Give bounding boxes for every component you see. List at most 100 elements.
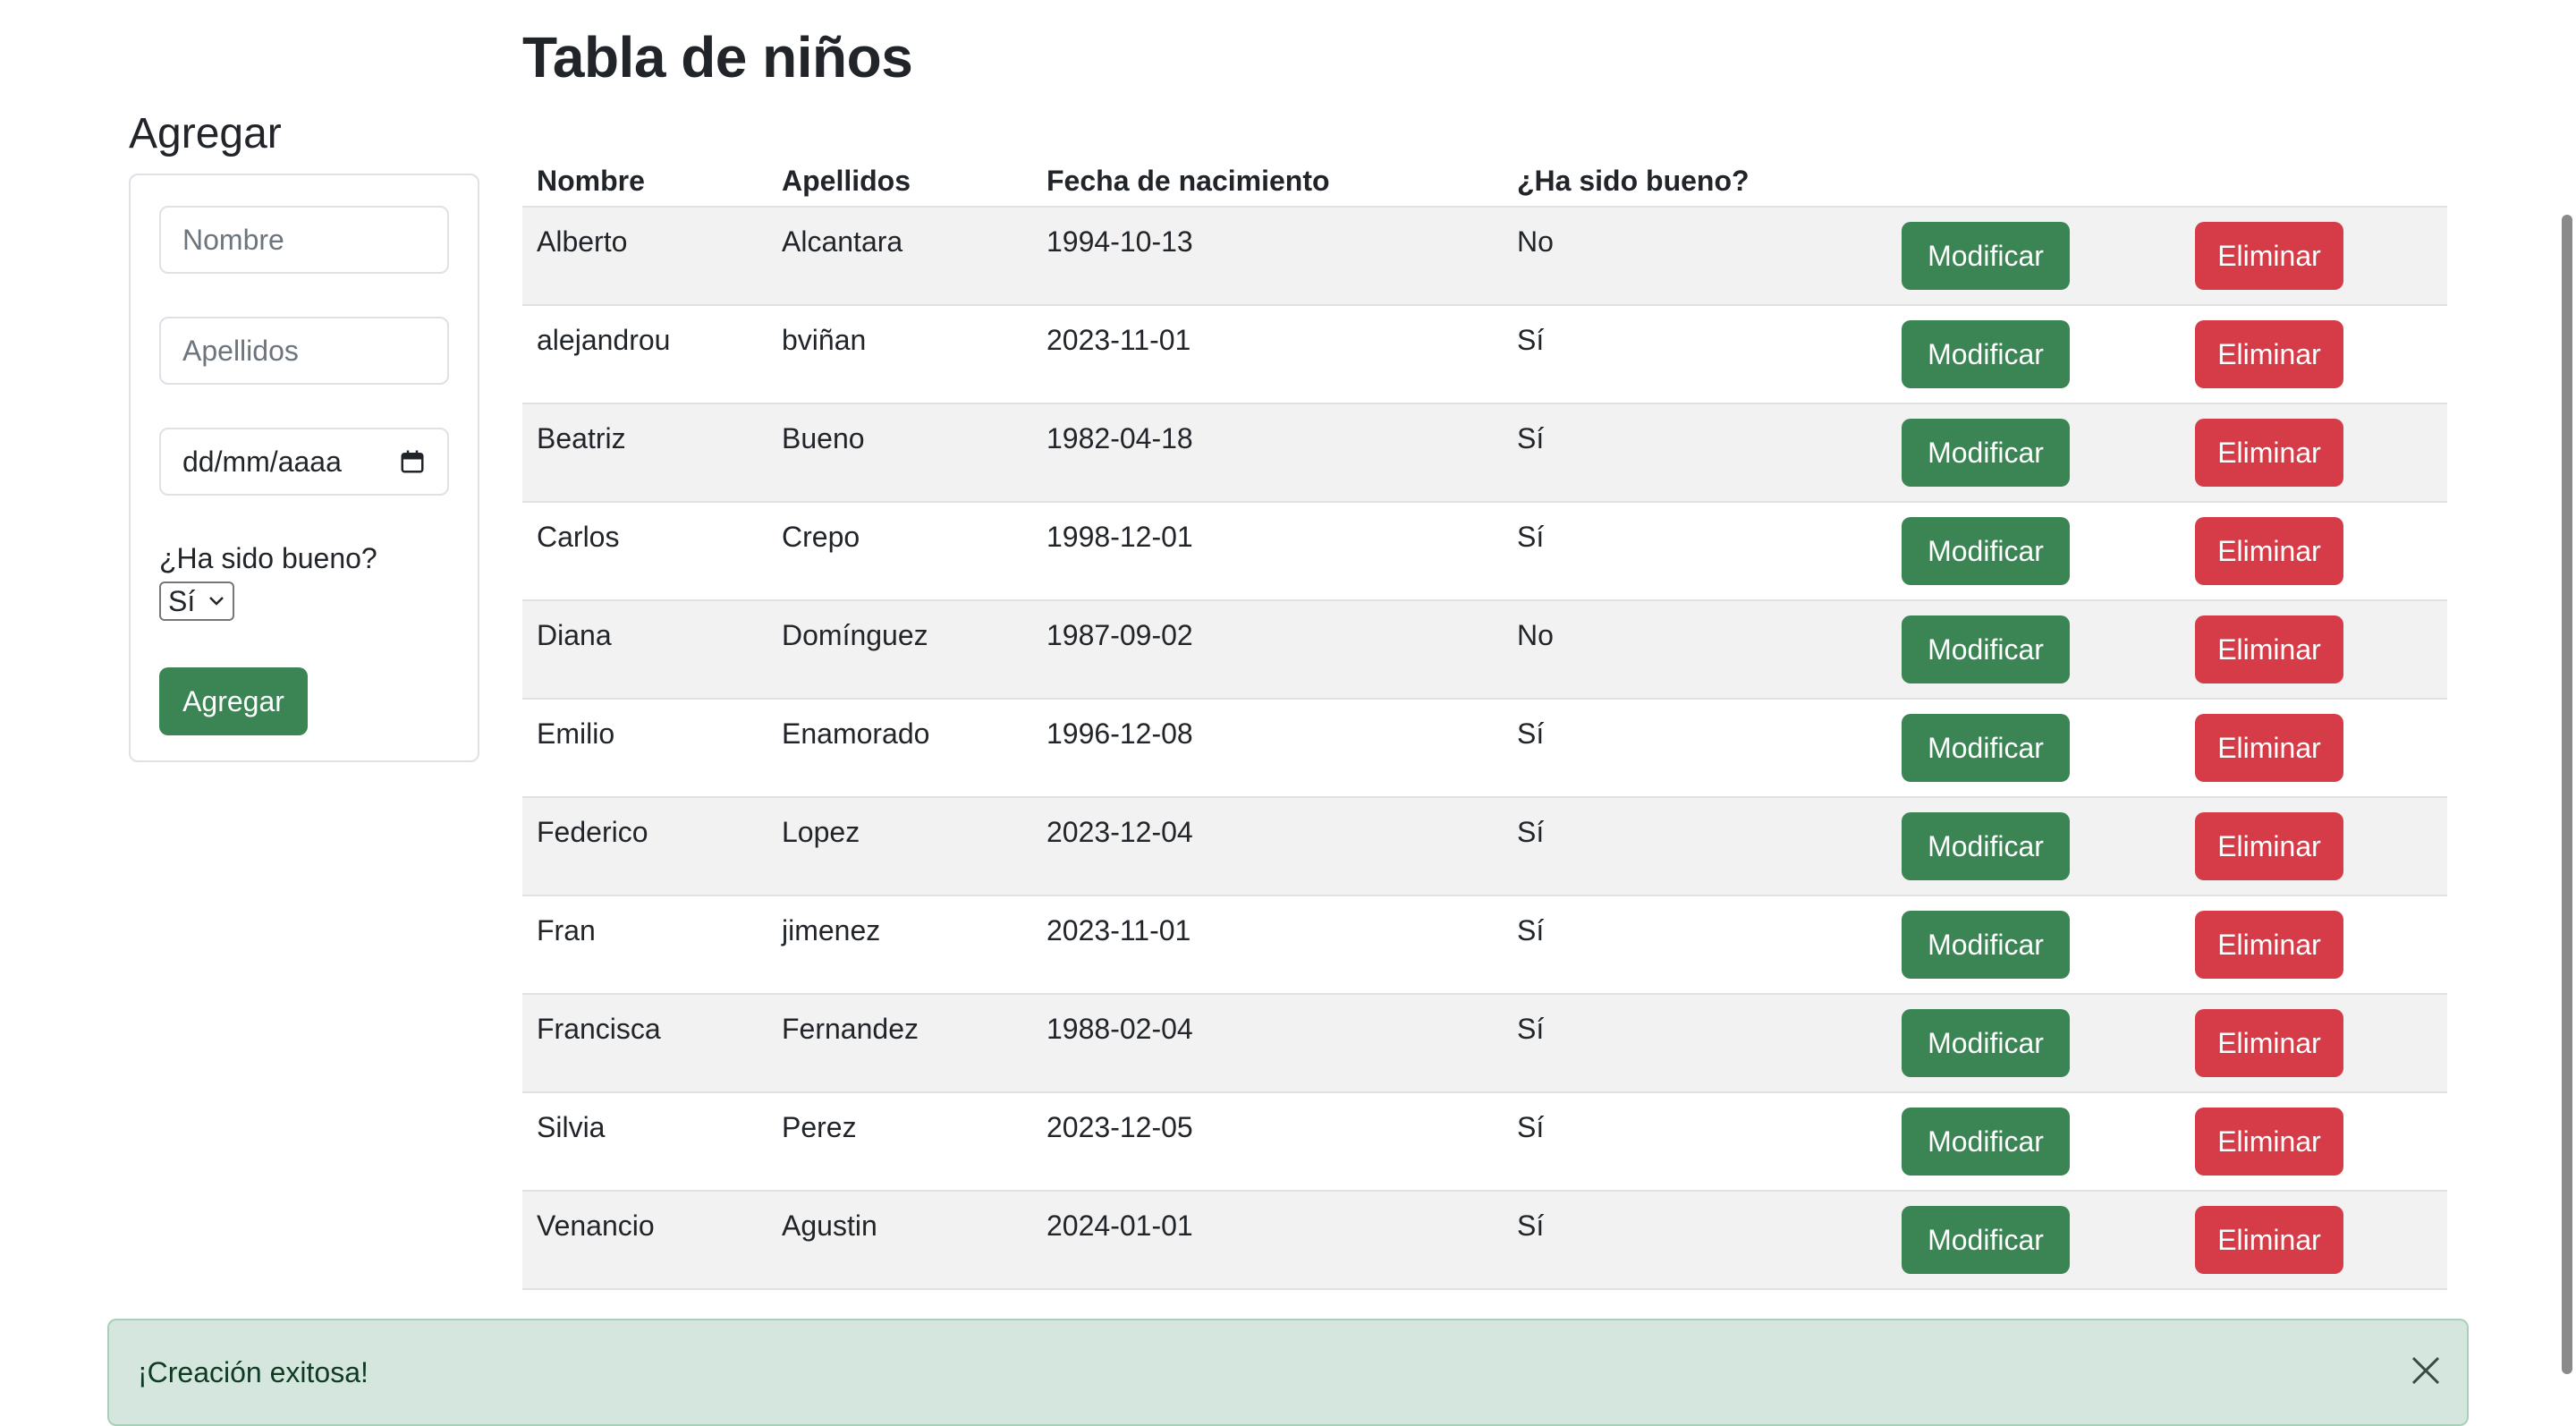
cell-bueno: Sí [1517,1210,1545,1242]
table-row: Alberto Alcantara 1994-10-13 No Modificar Eli… [522,208,2447,306]
modify-button[interactable]: Modificar [1902,517,2070,585]
cell-fecha: 1982-04-18 [1046,422,1193,454]
cell-nombre: Francisca [537,1013,661,1045]
table-row: Silvia Perez 2023-12-05 Sí Modificar Eliminar [522,1093,2447,1192]
calendar-icon[interactable] [399,448,426,475]
cell-apellidos: Perez [782,1111,857,1143]
cell-apellidos: Alcantara [782,225,903,258]
chevron-down-icon [209,597,224,606]
header-apellidos: Apellidos [782,165,911,197]
header-nombre: Nombre [537,165,645,197]
cell-fecha: 1998-12-01 [1046,521,1193,553]
modify-button[interactable]: Modificar [1902,419,2070,487]
birthdate-placeholder: dd/mm/aaaa [182,445,342,478]
modify-button[interactable]: Modificar [1902,911,2070,979]
cell-bueno: No [1517,225,1554,258]
apellidos-input[interactable] [159,317,449,385]
table-row: alejandrou bviñan 2023-11-01 Sí Modificar Eli… [522,306,2447,404]
delete-button[interactable]: Eliminar [2195,517,2343,585]
cell-fecha: 2023-11-01 [1046,914,1191,946]
table-row: Carlos Crepo 1998-12-01 Sí Modificar Eliminar [522,503,2447,601]
delete-button[interactable]: Eliminar [2195,419,2343,487]
cell-apellidos: Lopez [782,816,860,848]
table-header: Nombre Apellidos Fecha de nacimiento ¿Ha… [522,143,2447,208]
cell-apellidos: Fernandez [782,1013,919,1045]
cell-fecha: 1996-12-08 [1046,717,1193,750]
cell-fecha: 1987-09-02 [1046,619,1193,651]
table-row: Venancio Agustin 2024-01-01 Sí Modificar Elim… [522,1192,2447,1290]
good-label: ¿Ha sido bueno? [159,542,377,574]
cell-nombre: Venancio [537,1210,655,1242]
good-select[interactable]: Sí [159,581,234,621]
cell-nombre: Beatriz [537,422,626,454]
birthdate-input[interactable]: dd/mm/aaaa [159,428,449,496]
modify-button[interactable]: Modificar [1902,1108,2070,1176]
cell-apellidos: Domínguez [782,619,928,651]
cell-bueno: Sí [1517,1111,1545,1143]
cell-fecha: 2023-12-04 [1046,816,1193,848]
good-select-value: Sí [168,584,196,617]
cell-bueno: Sí [1517,521,1545,553]
cell-nombre: Diana [537,619,612,651]
cell-bueno: No [1517,619,1554,651]
cell-nombre: alejandrou [537,324,671,356]
delete-button[interactable]: Eliminar [2195,911,2343,979]
table-row: Emilio Enamorado 1996-12-08 Sí Modificar Elim… [522,700,2447,798]
add-form-card: dd/mm/aaaa ¿Ha sido bueno? Sí Agregar [129,174,479,762]
cell-nombre: Emilio [537,717,615,750]
cell-nombre: Fran [537,914,596,946]
cell-apellidos: bviñan [782,324,867,356]
delete-button[interactable]: Eliminar [2195,1108,2343,1176]
cell-nombre: Alberto [537,225,628,258]
cell-apellidos: Bueno [782,422,865,454]
modify-button[interactable]: Modificar [1902,222,2070,290]
cell-apellidos: jimenez [782,914,881,946]
delete-button[interactable]: Eliminar [2195,714,2343,782]
cell-nombre: Carlos [537,521,620,553]
modify-button[interactable]: Modificar [1902,812,2070,880]
cell-apellidos: Agustin [782,1210,877,1242]
add-form-title: Agregar [129,110,282,157]
cell-bueno: Sí [1517,914,1545,946]
table-body: Alberto Alcantara 1994-10-13 No Modificar Eli… [522,208,2447,1290]
delete-button[interactable]: Eliminar [2195,1206,2343,1274]
delete-button[interactable]: Eliminar [2195,1009,2343,1077]
cell-nombre: Federico [537,816,648,848]
success-alert: ¡Creación exitosa! [107,1319,2469,1426]
table-row: Francisca Fernandez 1988-02-04 Sí Modificar E… [522,995,2447,1093]
delete-button[interactable]: Eliminar [2195,222,2343,290]
scrollbar-thumb[interactable] [2562,215,2572,1374]
cell-fecha: 2023-12-05 [1046,1111,1193,1143]
header-fecha: Fecha de nacimiento [1046,165,1330,197]
cell-bueno: Sí [1517,816,1545,848]
table-row: Fran jimenez 2023-11-01 Sí Modificar Eliminar [522,896,2447,995]
children-table: Nombre Apellidos Fecha de nacimiento ¿Ha… [522,143,2447,1290]
table-row: Diana Domínguez 1987-09-02 No Modificar Elimi… [522,601,2447,700]
cell-apellidos: Enamorado [782,717,930,750]
nombre-input[interactable] [159,206,449,274]
table-row: Federico Lopez 2023-12-04 Sí Modificar Elimin… [522,798,2447,896]
modify-button[interactable]: Modificar [1902,714,2070,782]
delete-button[interactable]: Eliminar [2195,615,2343,683]
page-title: Tabla de niños [522,25,913,89]
cell-apellidos: Crepo [782,521,860,553]
cell-fecha: 1988-02-04 [1046,1013,1193,1045]
delete-button[interactable]: Eliminar [2195,812,2343,880]
table-row: Beatriz Bueno 1982-04-18 Sí Modificar Elimina… [522,404,2447,503]
modify-button[interactable]: Modificar [1902,1206,2070,1274]
cell-bueno: Sí [1517,422,1545,454]
cell-fecha: 1994-10-13 [1046,225,1193,258]
delete-button[interactable]: Eliminar [2195,320,2343,388]
cell-bueno: Sí [1517,324,1545,356]
cell-bueno: Sí [1517,1013,1545,1045]
modify-button[interactable]: Modificar [1902,1009,2070,1077]
add-button[interactable]: Agregar [159,667,308,735]
modify-button[interactable]: Modificar [1902,320,2070,388]
alert-message: ¡Creación exitosa! [138,1356,369,1388]
cell-fecha: 2024-01-01 [1046,1210,1193,1242]
cell-nombre: Silvia [537,1111,606,1143]
cell-fecha: 2023-11-01 [1046,324,1191,356]
header-bueno: ¿Ha sido bueno? [1517,165,1750,197]
modify-button[interactable]: Modificar [1902,615,2070,683]
close-icon[interactable] [2410,1354,2442,1387]
